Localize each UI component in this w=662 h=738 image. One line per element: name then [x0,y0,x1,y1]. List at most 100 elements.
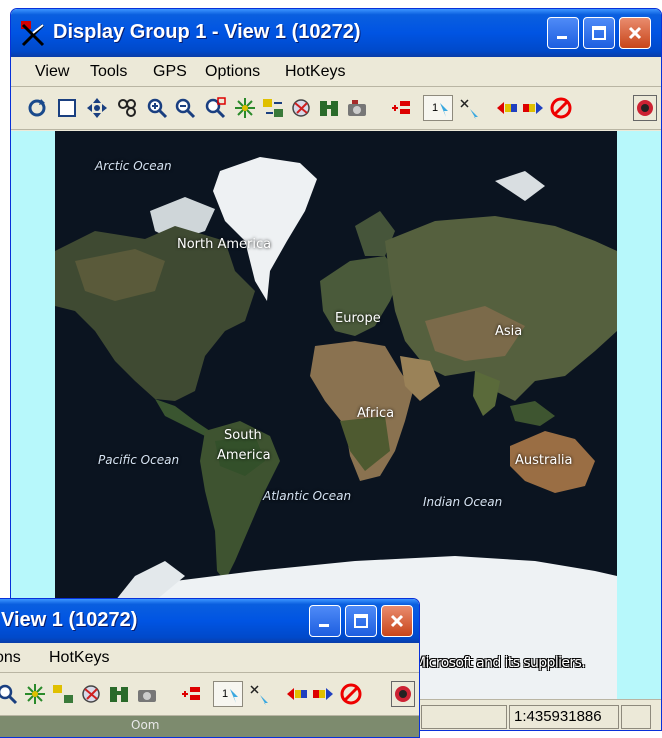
redraw-button[interactable] [25,95,49,121]
copyright-text: Microsoft and its suppliers. [414,655,586,671]
second-menu-bar: ons HotKeys [0,643,419,673]
zoom-box-icon [205,97,226,119]
label-north-america: North America [177,237,272,252]
status-cell-end [621,705,651,729]
second-prev-view-button[interactable] [285,681,309,707]
measure-button[interactable] [457,95,481,121]
second-map-label: Oom [131,718,160,732]
second-globe-button[interactable] [79,681,103,707]
menu-bar: View Tools GPS Options HotKeys [11,57,661,87]
menu-options[interactable]: Options [205,63,260,81]
label-pacific-ocean: Pacific Ocean [98,453,180,467]
scatter-icon [25,684,45,704]
second-add-layer-button[interactable] [179,681,203,707]
second-stop-button[interactable] [339,681,363,707]
second-map-view[interactable]: Oom [0,716,419,737]
minimize-button[interactable] [547,17,579,49]
second-gps-button[interactable] [391,681,415,707]
stop-icon [550,97,572,119]
second-menu-options[interactable]: ons [0,649,21,667]
zoom-extent-button[interactable] [115,95,139,121]
minimize-icon [319,624,329,627]
prev-view-icon [497,102,517,114]
add-layer-button[interactable] [389,95,413,121]
label-south-america-line1: South [224,428,262,443]
globe-icon [292,99,310,117]
arrows-icon [53,685,73,703]
scatter-icon [235,98,255,118]
close-icon [628,26,642,40]
second-maximize-button[interactable] [345,605,377,637]
label-asia: Asia [495,324,523,339]
menu-hotkeys[interactable]: HotKeys [285,63,345,81]
arrows-icon [263,99,283,117]
zoom-out-button[interactable] [173,95,197,121]
scale-readout[interactable]: 1:435931886 [509,705,619,729]
prev-view-button[interactable] [495,95,519,121]
gps-icon [395,686,411,702]
zoom-box-icon [0,684,18,705]
label-atlantic-ocean: Atlantic Ocean [263,489,352,503]
menu-tools[interactable]: Tools [90,63,127,81]
second-zoom-box-button[interactable] [0,681,19,707]
menu-view[interactable]: View [35,63,69,81]
next-view-icon [523,102,543,114]
select-1-icon [230,689,238,703]
pan-button[interactable] [85,95,109,121]
camera-icon [348,100,366,116]
scatter-button[interactable] [233,95,257,121]
second-arrows-button[interactable] [51,681,75,707]
arrows-button[interactable] [261,95,285,121]
select-1-label: 1 [431,102,439,114]
full-extent-button[interactable] [55,95,79,121]
second-window-title: View 1 (10272) [1,609,138,631]
toolbar: 1 [11,88,661,130]
full-extent-icon [58,99,76,117]
pan-icon [87,98,107,118]
camera-icon [138,690,156,702]
second-toolbar: 1 [0,674,419,716]
maximize-button[interactable] [583,17,615,49]
zoom-extent-icon [118,99,136,117]
second-minimize-button[interactable] [309,605,341,637]
close-button[interactable] [619,17,651,49]
second-measure-button[interactable] [247,681,271,707]
zoom-box-button[interactable] [203,95,227,121]
title-bar[interactable]: Display Group 1 - View 1 (10272) [11,9,661,57]
zoom-in-icon [147,98,168,119]
second-close-button[interactable] [381,605,413,637]
globe-button[interactable] [289,95,313,121]
minimize-icon [557,36,567,39]
measure-icon [250,685,268,705]
label-africa: Africa [357,406,395,421]
second-select-1-label: 1 [221,688,229,700]
binoculars-button[interactable] [317,95,341,121]
binoculars-icon [320,101,338,116]
select-1-button[interactable]: 1 [423,95,453,121]
zoom-out-icon [175,98,196,119]
next-view-icon [313,688,333,700]
second-camera-button[interactable] [135,681,159,707]
second-menu-hotkeys[interactable]: HotKeys [49,649,109,667]
prev-view-icon [287,688,307,700]
camera-button[interactable] [345,95,369,121]
close-icon [390,614,404,628]
window-title: Display Group 1 - View 1 (10272) [53,21,361,43]
second-select-1-button[interactable]: 1 [213,681,243,707]
second-title-bar[interactable]: View 1 (10272) [0,599,419,643]
second-binoculars-button[interactable] [107,681,131,707]
menu-gps[interactable]: GPS [153,63,187,81]
redraw-icon [28,99,46,117]
label-australia: Australia [515,453,573,468]
second-scatter-button[interactable] [23,681,47,707]
next-view-button[interactable] [521,95,545,121]
gps-icon [637,100,653,116]
second-next-view-button[interactable] [311,681,335,707]
stop-button[interactable] [549,95,573,121]
second-window: View 1 (10272) ons HotKeys [0,598,420,738]
stop-icon [340,683,362,705]
zoom-in-button[interactable] [145,95,169,121]
gps-button[interactable] [633,95,657,121]
label-south-america-line2: America [217,448,271,463]
measure-icon [460,99,478,119]
